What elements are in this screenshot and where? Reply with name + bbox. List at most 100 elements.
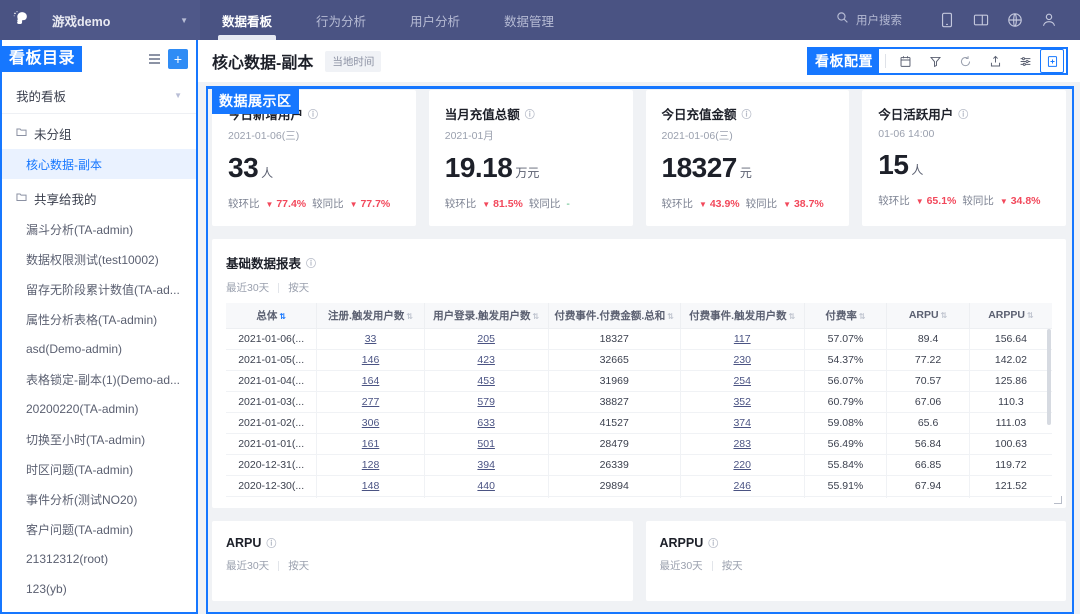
date-range-label[interactable]: 最近30天 xyxy=(226,558,269,573)
user-search[interactable]: 用户搜索 xyxy=(836,11,902,29)
column-header-pay-amount-sum[interactable]: 付费事件.付费金额.总和⇅ xyxy=(548,303,680,328)
layout-panel-icon[interactable] xyxy=(964,0,998,40)
table-cell-link[interactable]: 205 xyxy=(477,333,495,345)
table-cell-link[interactable]: 220 xyxy=(733,459,751,471)
column-header-pay-users[interactable]: 付费事件.触发用户数⇅ xyxy=(680,303,804,328)
app-logo[interactable] xyxy=(0,0,40,40)
column-header-pay-rate[interactable]: 付费率⇅ xyxy=(804,303,887,328)
date-range-label[interactable]: 最近30天 xyxy=(226,280,269,295)
nav-tab-behavior-analysis[interactable]: 行为分析 xyxy=(294,0,388,40)
calendar-icon[interactable] xyxy=(890,49,920,73)
export-icon[interactable] xyxy=(980,49,1010,73)
workspace-selector[interactable]: 游戏demo ▼ xyxy=(40,0,200,40)
table-cell-link[interactable]: 161 xyxy=(362,438,380,450)
list-item[interactable]: 事件分析(测试NO20) xyxy=(2,484,196,514)
mobile-icon[interactable] xyxy=(930,0,964,40)
granularity-label[interactable]: 按天 xyxy=(722,558,743,573)
table-cell-link[interactable]: 423 xyxy=(477,354,495,366)
chevron-down-icon: ▼ xyxy=(174,91,182,100)
list-item[interactable]: 123(yb) xyxy=(2,574,196,604)
table-cell-link[interactable]: 246 xyxy=(733,480,751,492)
user-account-icon[interactable] xyxy=(1032,0,1066,40)
list-item[interactable]: asd(Demo-admin) xyxy=(2,334,196,364)
table-scrollbar[interactable] xyxy=(1047,329,1051,425)
nav-tab-dashboard[interactable]: 数据看板 xyxy=(200,0,294,40)
sidebar-group-shared-with-me[interactable]: 共享给我的 xyxy=(2,183,196,214)
list-item[interactable]: 时区问题(TA-admin) xyxy=(2,454,196,484)
table-cell-link[interactable]: 128 xyxy=(362,459,380,471)
column-header-login-users[interactable]: 用户登录.触发用户数⇅ xyxy=(424,303,548,328)
globe-icon[interactable] xyxy=(998,0,1032,40)
sidebar-title: 看板目录 xyxy=(2,46,82,72)
refresh-icon[interactable] xyxy=(950,49,980,73)
metric-card-title: 当月充值总额 ⓘ xyxy=(445,104,617,123)
arpu-panel: ARPU ⓘ 最近30天 按天 xyxy=(212,521,633,601)
table-cell-link[interactable]: 579 xyxy=(477,396,495,408)
table-cell-link[interactable]: 306 xyxy=(362,417,380,429)
info-icon[interactable]: ⓘ xyxy=(308,106,318,121)
workspace-name: 游戏demo xyxy=(52,11,110,30)
list-item[interactable]: 属性分析表格(TA-admin) xyxy=(2,304,196,334)
sidebar-item-core-data-copy[interactable]: 核心数据-副本 xyxy=(2,149,196,179)
sidebar-group-ungrouped[interactable]: 未分组 xyxy=(2,118,196,149)
table-cell-link[interactable]: 230 xyxy=(733,354,751,366)
list-item[interactable]: 留存无阶段累计数值(TA-ad... xyxy=(2,274,196,304)
info-icon[interactable]: ⓘ xyxy=(266,535,276,550)
settings-sliders-icon[interactable] xyxy=(1010,49,1040,73)
nav-tab-data-management[interactable]: 数据管理 xyxy=(482,0,576,40)
table-cell-link[interactable]: 277 xyxy=(362,396,380,408)
column-header-arpu[interactable]: ARPU⇅ xyxy=(887,303,970,328)
list-item[interactable]: 漏斗分析(TA-admin) xyxy=(2,214,196,244)
plus-icon[interactable]: + xyxy=(168,49,188,69)
metric-comparison: 较环比 ▼ 65.1% 较同比 ▼ 34.8% xyxy=(878,193,1050,208)
list-item[interactable]: 20200220(TA-admin) xyxy=(2,394,196,424)
info-icon[interactable]: ⓘ xyxy=(742,106,752,121)
table-cell: 77.22 xyxy=(887,349,970,370)
list-view-icon[interactable] xyxy=(149,54,160,64)
nav-tab-label: 行为分析 xyxy=(316,11,366,30)
table-cell-link[interactable]: 283 xyxy=(733,438,751,450)
table-cell: 254 xyxy=(680,370,804,391)
filter-icon[interactable] xyxy=(920,49,950,73)
table-cell: 31969 xyxy=(548,370,680,391)
table-cell-link[interactable]: 633 xyxy=(477,417,495,429)
table-cell-link[interactable]: 501 xyxy=(477,438,495,450)
list-item[interactable]: 切换至小时(TA-admin) xyxy=(2,424,196,454)
table-cell-link[interactable]: 374 xyxy=(733,417,751,429)
info-icon[interactable]: ⓘ xyxy=(525,106,535,121)
list-item[interactable]: 21312312(root) xyxy=(2,544,196,574)
table-cell-link[interactable]: 254 xyxy=(733,375,751,387)
granularity-label[interactable]: 按天 xyxy=(288,280,309,295)
table-cell-link[interactable]: 164 xyxy=(362,375,380,387)
table-cell: 433 xyxy=(424,496,548,498)
list-item[interactable]: 表格锁定-副本(1)(Demo-ad... xyxy=(2,364,196,394)
table-cell-link[interactable]: 33 xyxy=(365,333,377,345)
granularity-label[interactable]: 按天 xyxy=(288,558,309,573)
add-document-icon[interactable] xyxy=(1040,49,1064,73)
table-cell-link[interactable]: 394 xyxy=(477,459,495,471)
info-icon[interactable]: ⓘ xyxy=(306,255,316,270)
column-header-register-users[interactable]: 注册.触发用户数⇅ xyxy=(317,303,424,328)
info-icon[interactable]: ⓘ xyxy=(708,535,718,550)
table-cell-link[interactable]: 352 xyxy=(733,396,751,408)
nav-tab-user-analysis[interactable]: 用户分析 xyxy=(388,0,482,40)
table-cell: 60.79% xyxy=(804,391,887,412)
report-table-wrapper[interactable]: 总体⇅ 注册.触发用户数⇅ 用户登录.触发用户数⇅ 付费事件.付费金额.总和⇅ … xyxy=(226,303,1052,498)
table-cell: 117 xyxy=(680,328,804,349)
table-cell-link[interactable]: 117 xyxy=(734,333,751,345)
table-header-row: 总体⇅ 注册.触发用户数⇅ 用户登录.触发用户数⇅ 付费事件.付费金额.总和⇅ … xyxy=(226,303,1052,328)
info-icon[interactable]: ⓘ xyxy=(958,106,968,121)
board-config-button[interactable]: 看板配置 xyxy=(809,49,879,73)
column-header-overall[interactable]: 总体⇅ xyxy=(226,303,317,328)
table-cell-link[interactable]: 148 xyxy=(362,480,380,492)
list-item[interactable]: 数据权限测试(test10002) xyxy=(2,244,196,274)
table-cell-link[interactable]: 146 xyxy=(362,354,380,366)
column-header-arppu[interactable]: ARPPU⇅ xyxy=(969,303,1052,328)
table-cell-link[interactable]: 453 xyxy=(477,375,495,387)
date-range-label[interactable]: 最近30天 xyxy=(660,558,703,573)
panel-resize-handle[interactable] xyxy=(1054,496,1062,504)
table-cell-link[interactable]: 440 xyxy=(477,480,495,492)
dashboard-scroll-area[interactable]: 数据展示区 今日新增用户 ⓘ 2021-01-06(三) 33 人 较环比 xyxy=(198,82,1080,614)
sidebar-item-my-board[interactable]: 我的看板 ▼ xyxy=(2,78,196,114)
list-item[interactable]: 客户问题(TA-admin) xyxy=(2,514,196,544)
